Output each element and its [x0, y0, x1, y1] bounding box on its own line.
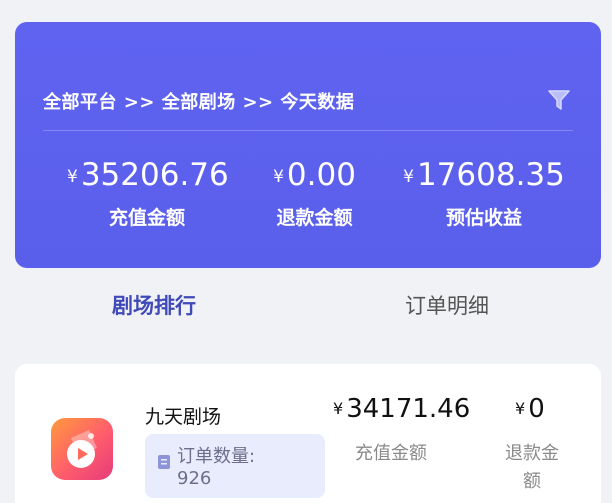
theater-card[interactable]: 九天剧场 订单数量: 926 ¥34171.46 充值金额 ¥0 退款金 额: [15, 364, 601, 503]
stat-estimated-income: ¥17608.35 预估收益: [399, 157, 569, 230]
order-count-value: 926: [177, 468, 212, 489]
document-icon: [158, 455, 170, 469]
tab-order-details[interactable]: 订单明细: [405, 290, 489, 320]
order-count-badge: 订单数量: 926: [145, 434, 325, 498]
app-logo-icon: [51, 418, 113, 480]
page: 全部平台 >> 全部剧场 >> 今天数据 ¥35206.76 充值金额 ¥0.0…: [0, 0, 612, 503]
theater-refund-label-line1: 退款金: [505, 443, 559, 464]
currency-symbol: ¥: [67, 167, 78, 187]
divider: [43, 130, 573, 131]
tab-theater-ranking[interactable]: 剧场排行: [112, 290, 196, 320]
currency-symbol: ¥: [515, 399, 526, 418]
theater-recharge-label: 充值金额: [355, 443, 427, 464]
currency-symbol: ¥: [333, 399, 344, 418]
currency-symbol: ¥: [403, 167, 414, 187]
theater-refund-value: 0: [528, 394, 545, 424]
estimated-income-amount: 17608.35: [416, 157, 565, 193]
theater-refund-label: 退款金 额: [497, 440, 567, 496]
stat-recharge: ¥35206.76 充值金额: [67, 157, 229, 230]
theater-refund-label-line2: 额: [523, 471, 541, 492]
theater-name: 九天剧场: [145, 406, 222, 428]
stat-refund: ¥0.00 退款金额: [262, 157, 367, 230]
order-count-label: 订单数量:: [177, 446, 256, 467]
refund-label: 退款金额: [276, 207, 353, 229]
filter-icon[interactable]: [545, 86, 573, 114]
theater-recharge-value: 34171.46: [346, 394, 471, 424]
refund-amount: 0.00: [286, 157, 356, 193]
recharge-amount: 35206.76: [80, 157, 229, 193]
currency-symbol: ¥: [273, 167, 284, 187]
theater-recharge-amount: ¥34171.46: [333, 394, 470, 424]
summary-card: 全部平台 >> 全部剧场 >> 今天数据 ¥35206.76 充值金额 ¥0.0…: [15, 22, 601, 268]
breadcrumb[interactable]: 全部平台 >> 全部剧场 >> 今天数据: [43, 88, 354, 114]
recharge-label: 充值金额: [108, 207, 185, 229]
theater-refund-amount: ¥0: [515, 394, 545, 424]
estimated-income-label: 预估收益: [445, 207, 522, 229]
